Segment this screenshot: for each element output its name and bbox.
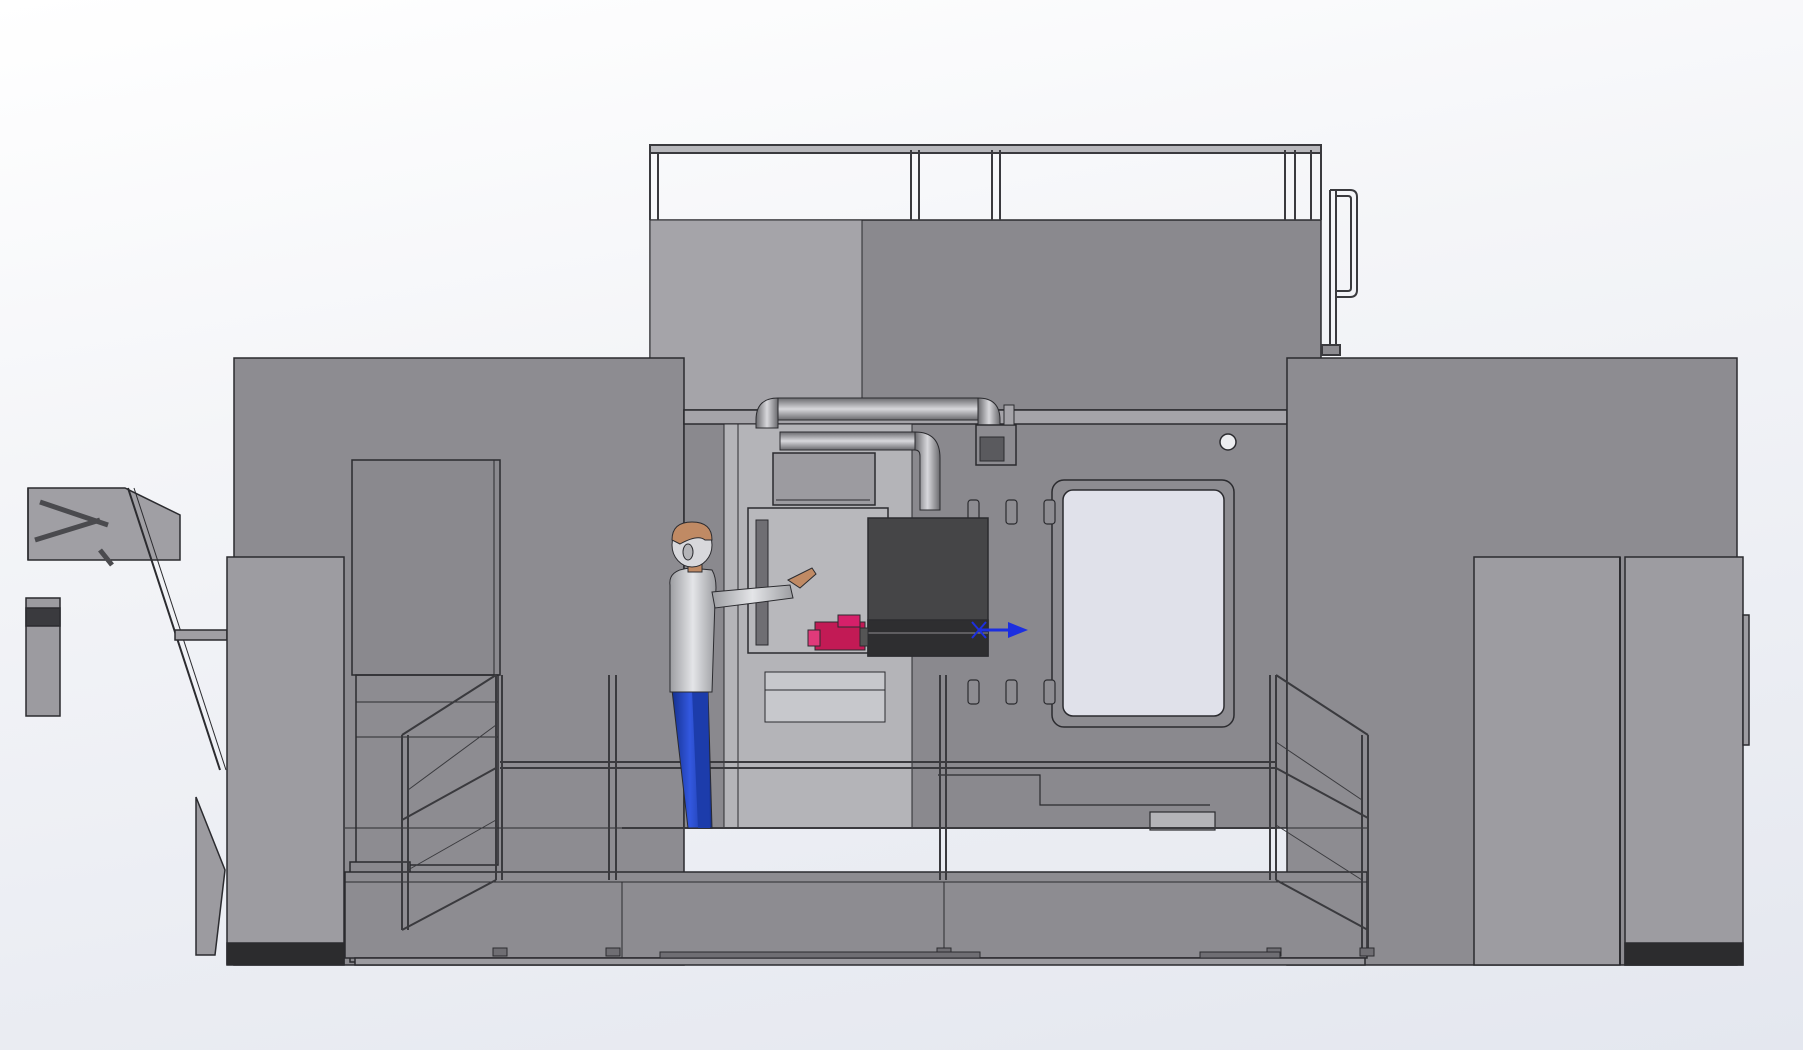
- upper-cabin[interactable]: [649, 219, 1322, 421]
- cad-graphics-viewport[interactable]: [0, 0, 1803, 1050]
- machine-assembly-side-view[interactable]: [0, 0, 1803, 1050]
- machine-viewing-window[interactable]: [1051, 479, 1235, 728]
- left-chute-assembly[interactable]: [25, 487, 228, 956]
- lower-inspection-panel[interactable]: [764, 671, 886, 723]
- side-ladder-handle[interactable]: [1321, 189, 1358, 356]
- upper-railing[interactable]: [649, 144, 1322, 220]
